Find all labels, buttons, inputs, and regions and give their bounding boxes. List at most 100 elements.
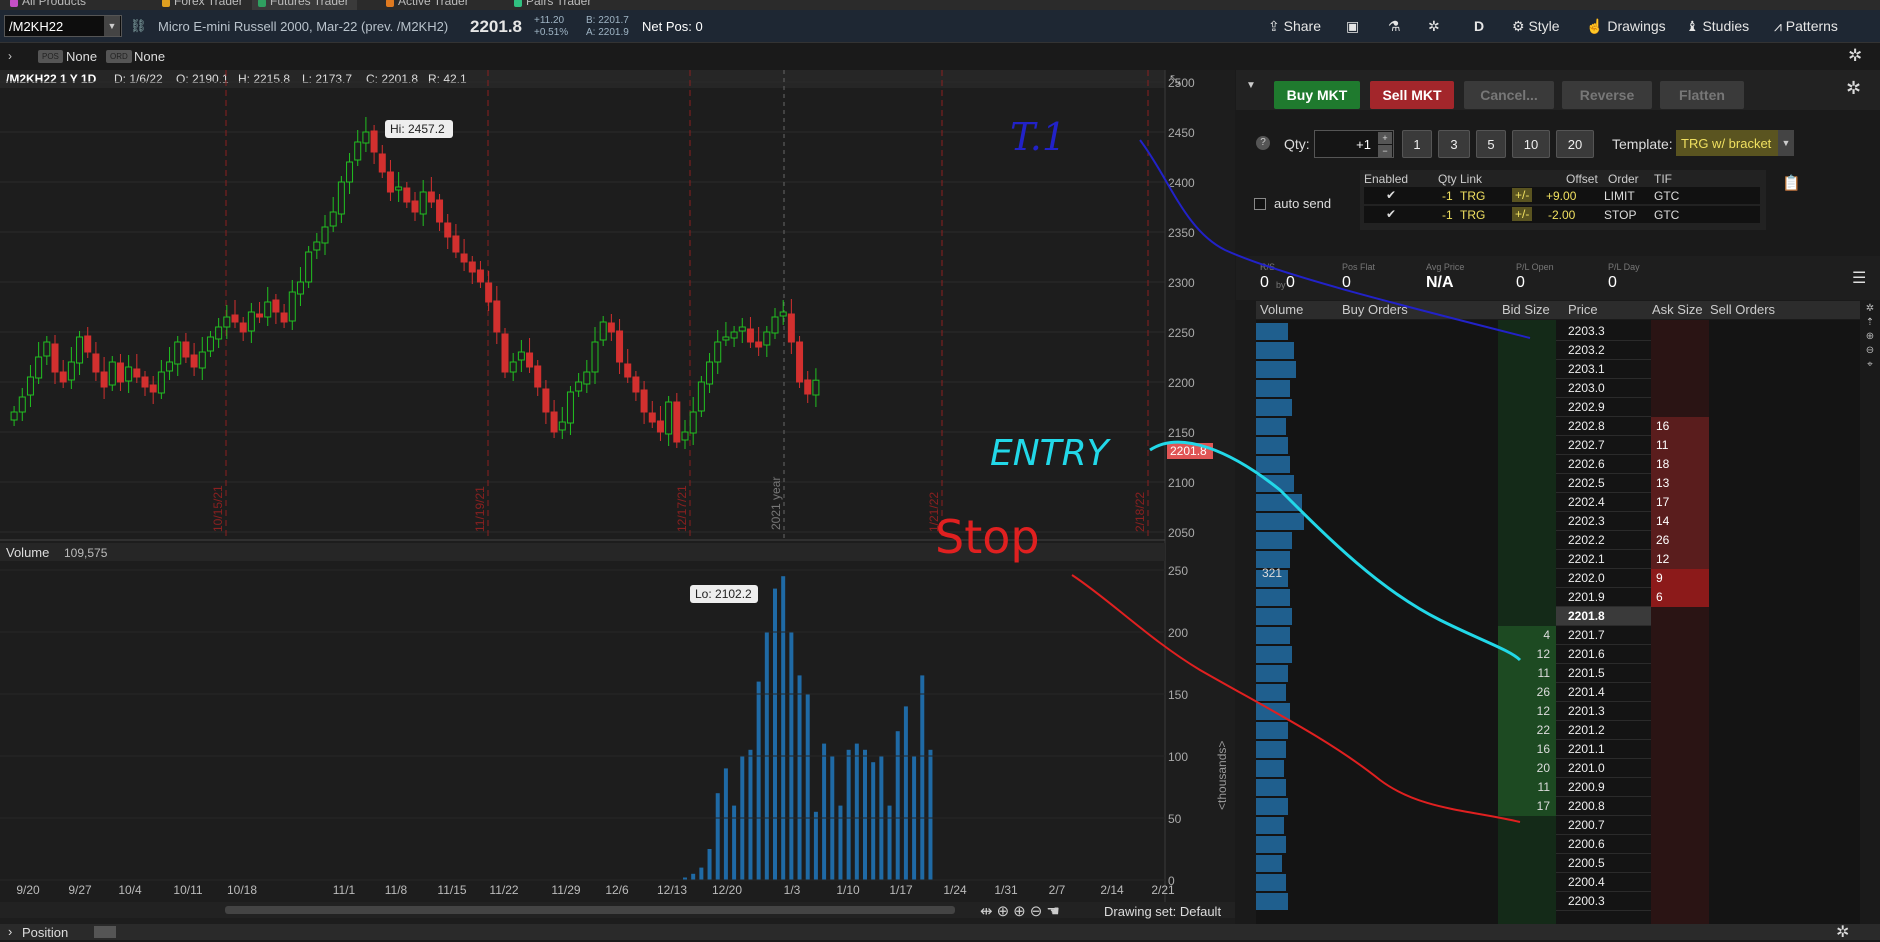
ladder-row[interactable]: 2203.1 bbox=[1256, 360, 1860, 379]
bid-size-cell[interactable] bbox=[1498, 531, 1556, 550]
ask-size-cell[interactable] bbox=[1651, 398, 1709, 417]
patterns-button[interactable]: ⩘ Patterns bbox=[1774, 18, 1838, 35]
qty-preset-10[interactable]: 10 bbox=[1512, 130, 1550, 158]
ask-size-cell[interactable]: 6 bbox=[1651, 588, 1709, 607]
bracket-sign[interactable]: +/- bbox=[1512, 207, 1533, 221]
bracket-row[interactable]: ✔ -1 TRG +/- -2.00 STOP GTC bbox=[1364, 206, 1760, 223]
bid-size-cell[interactable] bbox=[1498, 588, 1556, 607]
ladder-row[interactable]: 12 2201.3 bbox=[1256, 702, 1860, 721]
ask-size-cell[interactable] bbox=[1651, 778, 1709, 797]
zoom-out-icon[interactable]: ⊖ bbox=[1860, 344, 1880, 358]
ask-size-cell[interactable] bbox=[1651, 854, 1709, 873]
chevron-right-icon[interactable]: › bbox=[8, 924, 12, 939]
price-cell[interactable]: 2202.0 bbox=[1556, 569, 1651, 588]
settings-gear-icon[interactable]: ✲ bbox=[1848, 46, 1862, 66]
bid-size-cell[interactable] bbox=[1498, 873, 1556, 892]
bid-size-cell[interactable]: 11 bbox=[1498, 778, 1556, 797]
col-sell-orders[interactable]: Sell Orders bbox=[1710, 302, 1775, 317]
bid-size-cell[interactable]: 17 bbox=[1498, 797, 1556, 816]
price-cell[interactable]: 2202.3 bbox=[1556, 512, 1651, 531]
ladder-row[interactable]: 2202.5 13 bbox=[1256, 474, 1860, 493]
ladder-row[interactable]: 11 2201.5 bbox=[1256, 664, 1860, 683]
price-cell[interactable]: 2203.0 bbox=[1556, 379, 1651, 398]
ask-size-cell[interactable]: 16 bbox=[1651, 417, 1709, 436]
ask-size-cell[interactable] bbox=[1651, 835, 1709, 854]
price-ladder[interactable]: 2203.3 2203.2 2203.1 2203.0 2202.9 2202.8 16 22… bbox=[1256, 320, 1860, 932]
ladder-row[interactable]: 17 2200.8 bbox=[1256, 797, 1860, 816]
tab-active-trader[interactable]: Active Trader bbox=[380, 0, 477, 10]
bid-size-cell[interactable] bbox=[1498, 379, 1556, 398]
ask-size-cell[interactable] bbox=[1651, 759, 1709, 778]
col-price[interactable]: Price bbox=[1568, 302, 1598, 317]
price-chart[interactable]: 10/15/21 11/19/21 12/17/21 2021 year 1/21/22… bbox=[0, 70, 1235, 930]
price-cell[interactable]: 2202.1 bbox=[1556, 550, 1651, 569]
clipboard-icon[interactable]: 📋 bbox=[1782, 174, 1801, 192]
bracket-link[interactable]: TRG bbox=[1460, 208, 1485, 222]
bid-size-cell[interactable]: 20 bbox=[1498, 759, 1556, 778]
ladder-row[interactable]: 2203.2 bbox=[1256, 341, 1860, 360]
price-cell[interactable]: 2200.5 bbox=[1556, 854, 1651, 873]
hand-icon[interactable]: ☚ bbox=[1046, 903, 1063, 920]
bid-size-cell[interactable]: 11 bbox=[1498, 664, 1556, 683]
bid-size-cell[interactable] bbox=[1498, 512, 1556, 531]
template-select[interactable]: TRG w/ bracket bbox=[1676, 130, 1778, 156]
ladder-row[interactable]: 20 2201.0 bbox=[1256, 759, 1860, 778]
checkbox-checked-icon[interactable]: ✔ bbox=[1386, 207, 1396, 221]
price-cell[interactable]: 2201.5 bbox=[1556, 664, 1651, 683]
bid-size-cell[interactable] bbox=[1498, 493, 1556, 512]
ask-size-cell[interactable]: 14 bbox=[1651, 512, 1709, 531]
ask-size-cell[interactable] bbox=[1651, 645, 1709, 664]
zoom-in-icon[interactable]: ⊕ bbox=[1860, 330, 1880, 344]
tab-all-products[interactable]: All Products bbox=[4, 0, 94, 10]
price-cell[interactable]: 2200.4 bbox=[1556, 873, 1651, 892]
price-cell[interactable]: 2200.7 bbox=[1556, 816, 1651, 835]
collapse-icon[interactable]: ▼ bbox=[1246, 80, 1256, 91]
up-icon[interactable]: ⇡ bbox=[1860, 316, 1880, 330]
bid-size-cell[interactable] bbox=[1498, 455, 1556, 474]
ladder-row[interactable]: 2203.3 bbox=[1256, 322, 1860, 341]
ladder-row[interactable]: 2203.0 bbox=[1256, 379, 1860, 398]
ladder-row[interactable]: 12 2201.6 bbox=[1256, 645, 1860, 664]
bid-size-cell[interactable]: 4 bbox=[1498, 626, 1556, 645]
zoom-in-icon[interactable]: ⊕ bbox=[1013, 903, 1030, 920]
price-cell[interactable]: 2200.3 bbox=[1556, 892, 1651, 911]
ladder-row[interactable]: 2202.3 14 bbox=[1256, 512, 1860, 531]
col-ask-size[interactable]: Ask Size bbox=[1652, 302, 1703, 317]
studies-button[interactable]: ♝ Studies bbox=[1686, 18, 1749, 35]
ask-size-cell[interactable] bbox=[1651, 379, 1709, 398]
d-button[interactable]: D bbox=[1474, 18, 1484, 34]
cancel-button[interactable]: Cancel... bbox=[1464, 81, 1554, 109]
ask-size-cell[interactable] bbox=[1651, 721, 1709, 740]
bid-size-cell[interactable] bbox=[1498, 436, 1556, 455]
qty-preset-1[interactable]: 1 bbox=[1402, 130, 1432, 158]
ask-size-cell[interactable]: 18 bbox=[1651, 455, 1709, 474]
tab-forex-trader[interactable]: Forex Trader bbox=[156, 0, 251, 10]
pan-icon[interactable]: ⇹ bbox=[980, 903, 997, 920]
ask-size-cell[interactable]: 9 bbox=[1651, 569, 1709, 588]
price-cell[interactable]: 2200.6 bbox=[1556, 835, 1651, 854]
auto-send-checkbox[interactable] bbox=[1254, 198, 1266, 210]
gear-icon[interactable]: ✲ bbox=[1846, 78, 1861, 99]
price-cell[interactable]: 2201.2 bbox=[1556, 721, 1651, 740]
price-cell[interactable]: 2200.9 bbox=[1556, 778, 1651, 797]
gear-icon[interactable]: ✲ bbox=[1836, 922, 1849, 942]
bid-size-cell[interactable]: 26 bbox=[1498, 683, 1556, 702]
tab-pairs-trader[interactable]: Pairs Trader bbox=[508, 0, 599, 10]
zoom-tools[interactable]: ⇹⊕⊕⊖☚ bbox=[980, 902, 1064, 920]
bid-size-cell[interactable] bbox=[1498, 360, 1556, 379]
ladder-row[interactable]: 2200.5 bbox=[1256, 854, 1860, 873]
ladder-row[interactable]: 2202.2 26 bbox=[1256, 531, 1860, 550]
price-cell[interactable]: 2202.2 bbox=[1556, 531, 1651, 550]
bid-size-cell[interactable] bbox=[1498, 341, 1556, 360]
qty-increment[interactable]: + bbox=[1378, 132, 1392, 144]
ladder-row[interactable]: 4 2201.7 bbox=[1256, 626, 1860, 645]
chevron-down-icon[interactable]: ▼ bbox=[1778, 130, 1794, 156]
price-cell[interactable]: 2203.3 bbox=[1556, 322, 1651, 341]
ask-size-cell[interactable] bbox=[1651, 607, 1709, 626]
bid-size-cell[interactable] bbox=[1498, 569, 1556, 588]
ladder-row[interactable]: 2202.0 9 bbox=[1256, 569, 1860, 588]
bid-size-cell[interactable] bbox=[1498, 398, 1556, 417]
reverse-button[interactable]: Reverse bbox=[1562, 81, 1652, 109]
ladder-row[interactable]: 2200.4 bbox=[1256, 873, 1860, 892]
ladder-row[interactable]: 2202.6 18 bbox=[1256, 455, 1860, 474]
